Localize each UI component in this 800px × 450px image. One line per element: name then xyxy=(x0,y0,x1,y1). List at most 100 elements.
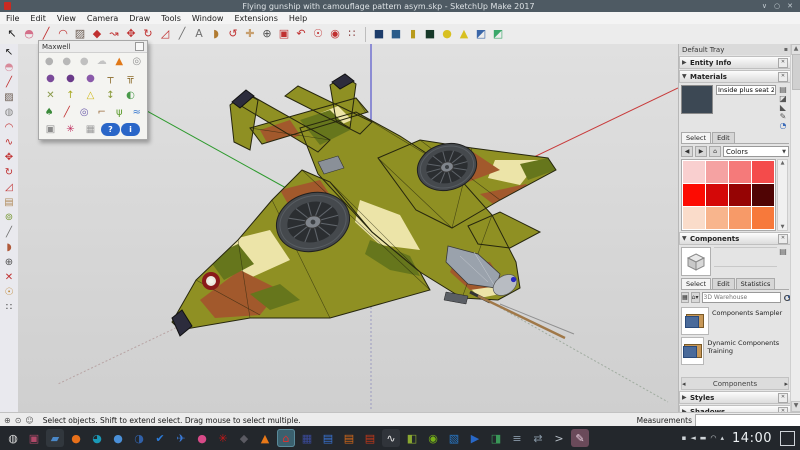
component-list-item[interactable]: Dynamic Components Training xyxy=(679,335,791,365)
orbit-tool[interactable]: ↺ xyxy=(225,26,241,42)
materials-tab-edit[interactable]: Edit xyxy=(712,132,735,143)
entity-info-close-icon[interactable]: ✕ xyxy=(778,58,788,68)
color-swatch-f79a68[interactable] xyxy=(729,207,751,229)
swatch-scrollbar[interactable]: ▲ ▼ xyxy=(777,159,788,231)
orbit-tool[interactable]: ✕ xyxy=(1,270,17,285)
scroll-down-icon[interactable]: ▼ xyxy=(791,401,800,412)
scale-z-icon[interactable]: ↕ xyxy=(101,88,120,103)
scene-export-icon[interactable]: ● xyxy=(41,71,60,86)
scale-tool[interactable]: ◿ xyxy=(1,180,17,195)
previous-view-tool[interactable]: ↶ xyxy=(293,26,309,42)
close-button[interactable]: ✕ xyxy=(787,2,793,10)
network-node-disabled-icon[interactable]: ● xyxy=(76,54,93,69)
component-thumbnail[interactable] xyxy=(681,337,704,365)
volume-box-icon[interactable]: ▦ xyxy=(81,122,100,137)
info-icon[interactable]: i xyxy=(121,123,140,136)
menu-camera[interactable]: Camera xyxy=(87,14,118,23)
tape-measure-tool[interactable]: ╱ xyxy=(174,26,190,42)
tape-measure-tool[interactable]: ╱ xyxy=(1,225,17,240)
maxwell-palette[interactable]: Maxwell ●●●☁▲◎ ●●●┬╦ ✕↑△↕◐ ♠╱◎⌐ψ≈ ▣✳▦?i xyxy=(38,40,148,140)
emitter-up-icon[interactable]: ↑ xyxy=(61,88,80,103)
scroll-up-icon[interactable]: ▲ xyxy=(781,160,785,166)
rectangle-tool[interactable]: ▨ xyxy=(1,90,17,105)
check-app[interactable]: ✔ xyxy=(151,429,169,447)
maxwell-render-button[interactable]: ■ xyxy=(371,26,387,42)
components-tab-edit[interactable]: Edit xyxy=(712,278,735,289)
projector-icon[interactable]: ▣ xyxy=(41,122,60,137)
red-doc[interactable]: ▤ xyxy=(361,429,379,447)
color-swatch-f57a7a[interactable] xyxy=(729,161,751,183)
color-swatch-f44b4b[interactable] xyxy=(752,161,774,183)
maxwell-materials-button[interactable]: ▮ xyxy=(405,26,421,42)
impress-doc[interactable]: ▤ xyxy=(340,429,358,447)
text-tool[interactable]: A xyxy=(191,26,207,42)
secondary-pane-icon[interactable]: ▤ xyxy=(779,247,787,256)
media-app[interactable]: ● xyxy=(193,429,211,447)
tray-scrollbar[interactable]: ▲ ▼ xyxy=(790,44,800,412)
scrollbar-thumb[interactable] xyxy=(792,54,800,90)
web-browser[interactable]: ● xyxy=(109,429,127,447)
entity-info-panel-header[interactable]: ▶ Entity Info ✕ xyxy=(679,56,791,69)
in-model-icon[interactable]: ⌂▾ xyxy=(691,292,700,303)
render-target-icon[interactable]: ◎ xyxy=(129,54,146,69)
walk-tool[interactable]: ∷ xyxy=(1,300,17,315)
tree-icon[interactable]: ♠ xyxy=(41,105,58,120)
rotate-tool[interactable]: ↻ xyxy=(1,165,17,180)
zoom-extents-tool[interactable]: ▣ xyxy=(276,26,292,42)
ocean-icon[interactable]: ≈ xyxy=(129,105,146,120)
photos-app[interactable]: ▧ xyxy=(445,429,463,447)
gimp[interactable]: ◑ xyxy=(130,429,148,447)
fire-render-icon[interactable]: ▲ xyxy=(111,54,128,69)
materials-close-icon[interactable]: ✕ xyxy=(778,72,788,82)
zoom-tool[interactable]: ⊕ xyxy=(1,255,17,270)
color-swatch-d40808[interactable] xyxy=(706,184,728,206)
secondary-pane-icon[interactable]: ▤ xyxy=(779,85,787,94)
maxwell-sun-button[interactable]: ● xyxy=(439,26,455,42)
circle-tool[interactable]: ◍ xyxy=(1,105,17,120)
menu-tools[interactable]: Tools xyxy=(161,14,181,23)
rose-icon[interactable]: ✳ xyxy=(61,122,80,137)
warehouse-search-input[interactable] xyxy=(702,292,781,303)
paint-app[interactable]: ✎ xyxy=(571,429,589,447)
materials-tab-select[interactable]: Select xyxy=(681,132,711,143)
push-pull-tool[interactable]: ▤ xyxy=(1,195,17,210)
line-tool[interactable]: ╱ xyxy=(1,75,17,90)
curves-app[interactable]: ∿ xyxy=(382,429,400,447)
color-swatch-960404[interactable] xyxy=(729,184,751,206)
materials-panel-header[interactable]: ▼ Materials ✕ xyxy=(679,70,791,83)
sketchup[interactable]: ⌂ xyxy=(277,429,295,447)
menu-file[interactable]: File xyxy=(6,14,19,23)
scale-tool[interactable]: ◿ xyxy=(157,26,173,42)
maxwell-scene-button[interactable]: ■ xyxy=(422,26,438,42)
sprayer-icon[interactable]: ⌐ xyxy=(94,105,111,120)
color-swatch-f7793b[interactable] xyxy=(752,207,774,229)
app-menu[interactable]: ◍ xyxy=(4,429,22,447)
network-render-disabled-icon[interactable]: ● xyxy=(41,54,58,69)
color-swatch-fadcca[interactable] xyxy=(683,207,705,229)
caution-button[interactable]: ▲ xyxy=(456,26,472,42)
material-name-input[interactable] xyxy=(716,85,776,95)
menu-extensions[interactable]: Extensions xyxy=(234,14,277,23)
color-swatch-f9cfcf[interactable] xyxy=(683,161,705,183)
zoom-tool[interactable]: ⊕ xyxy=(259,26,275,42)
travel-app[interactable]: ✈ xyxy=(172,429,190,447)
home-icon[interactable]: ⌂ xyxy=(709,146,721,157)
maximize-button[interactable]: ○ xyxy=(774,2,780,10)
file-manager[interactable]: ▰ xyxy=(46,429,64,447)
paint-bucket-icon[interactable]: ◔ xyxy=(780,121,787,130)
help-icon[interactable]: ? xyxy=(101,123,120,136)
styles-panel-header[interactable]: ▶ Styles ✕ xyxy=(679,391,791,404)
select-tool[interactable]: ↖ xyxy=(1,45,17,60)
paint-bucket-tool[interactable]: ◗ xyxy=(208,26,224,42)
tray-pin-icon[interactable]: ▪ xyxy=(784,46,788,53)
material-ball-icon[interactable]: ◐ xyxy=(121,88,140,103)
back-arrow-icon[interactable]: ◀ xyxy=(681,146,693,157)
components-panel-header[interactable]: ▼ Components ✕ xyxy=(679,232,791,245)
geolocation-icon[interactable]: ⊕ xyxy=(4,416,11,425)
freehand-tool[interactable]: ∿ xyxy=(1,135,17,150)
cloud-render-icon[interactable]: ☁ xyxy=(94,54,111,69)
components-close-icon[interactable]: ✕ xyxy=(778,234,788,244)
components-tab-statistics[interactable]: Statistics xyxy=(736,278,776,289)
menu-window[interactable]: Window xyxy=(192,14,224,23)
gunship-model[interactable] xyxy=(148,64,588,354)
